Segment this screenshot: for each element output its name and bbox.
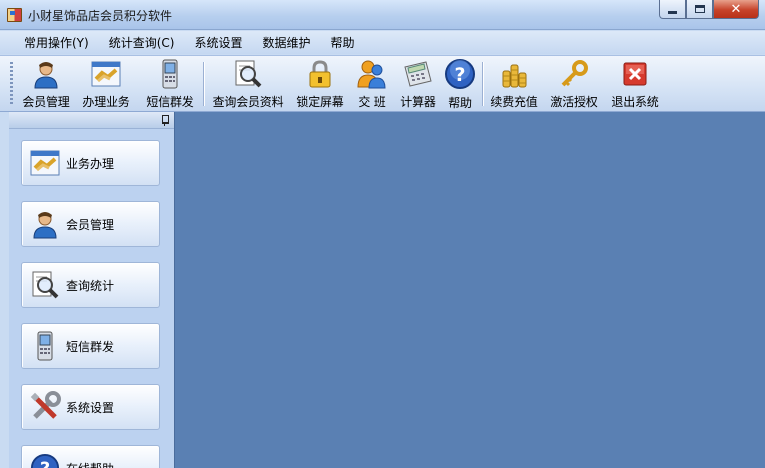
navigation-panel: 业务办理 会员管理 查询统计 短信群发 系统设置 bbox=[9, 112, 174, 468]
toolbar-activate-license-button[interactable]: 激活授权 bbox=[546, 58, 602, 110]
app-window: 小财星饰品店会员积分软件 ✕ 常用操作(Y) 统计查询(C) 系统设置 数据维护… bbox=[0, 0, 765, 468]
main-workspace[interactable] bbox=[174, 112, 765, 468]
toolbar-handle-business-button[interactable]: 办理业务 bbox=[78, 58, 134, 110]
handshake-icon bbox=[90, 58, 122, 89]
menu-statistics-query[interactable]: 统计查询(C) bbox=[99, 32, 185, 54]
sidebar-item-sms-broadcast[interactable]: 短信群发 bbox=[21, 323, 160, 369]
maximize-button[interactable] bbox=[686, 0, 713, 19]
toolbar-label: 退出系统 bbox=[611, 95, 659, 109]
sidebar-item-label: 会员管理 bbox=[66, 217, 115, 232]
sidebar-item-query-statistics[interactable]: 查询统计 bbox=[21, 262, 160, 308]
mobile-phone-icon bbox=[154, 58, 186, 89]
toolbar-separator bbox=[482, 62, 483, 106]
sidebar-item-system-settings[interactable]: 系统设置 bbox=[21, 384, 160, 430]
toolbar-label: 锁定屏幕 bbox=[296, 95, 344, 109]
tools-icon bbox=[28, 390, 62, 424]
toolbar-exit-system-button[interactable]: 退出系统 bbox=[607, 58, 663, 110]
padlock-icon bbox=[304, 58, 336, 89]
key-icon bbox=[558, 58, 590, 89]
toolbar-help-button[interactable]: ? 帮助 bbox=[443, 58, 477, 110]
person-icon bbox=[28, 207, 62, 241]
toolbar-label: 查询会员资料 bbox=[212, 95, 284, 109]
sidebar-item-label: 查询统计 bbox=[66, 278, 115, 293]
toolbar-shift-handover-button[interactable]: 交 班 bbox=[352, 58, 392, 110]
handshake-icon bbox=[28, 146, 62, 180]
toolbar-label: 续费充值 bbox=[490, 95, 538, 109]
person-icon bbox=[30, 58, 62, 89]
menu-bar: 常用操作(Y) 统计查询(C) 系统设置 数据维护 帮助 bbox=[0, 31, 765, 54]
maximize-icon bbox=[694, 5, 705, 13]
toolbar: 会员管理 办理业务 短信群发 查询会员资料 锁定屏幕 交 班 计算器 ? 帮助 … bbox=[0, 55, 765, 112]
menu-help[interactable]: 帮助 bbox=[320, 32, 364, 54]
sidebar-item-member-management[interactable]: 会员管理 bbox=[21, 201, 160, 247]
calculator-icon bbox=[402, 58, 434, 89]
sidebar-item-business-handling[interactable]: 业务办理 bbox=[21, 140, 160, 186]
menu-common-operations[interactable]: 常用操作(Y) bbox=[14, 32, 99, 54]
toolbar-renew-recharge-button[interactable]: 续费充值 bbox=[487, 58, 541, 110]
toolbar-query-member-info-button[interactable]: 查询会员资料 bbox=[209, 58, 287, 110]
toolbar-label: 短信群发 bbox=[146, 95, 194, 109]
coins-icon bbox=[498, 58, 530, 89]
toolbar-sms-broadcast-button[interactable]: 短信群发 bbox=[142, 58, 198, 110]
toolbar-label: 会员管理 bbox=[22, 95, 70, 109]
svg-text:?: ? bbox=[454, 64, 465, 86]
menu-data-maintenance[interactable]: 数据维护 bbox=[252, 32, 320, 54]
help-icon: ? bbox=[28, 451, 62, 468]
sidebar-item-online-help[interactable]: ? 在线帮助 bbox=[21, 445, 160, 468]
app-icon[interactable] bbox=[7, 8, 22, 22]
toolbar-calculator-button[interactable]: 计算器 bbox=[397, 58, 439, 110]
panel-header bbox=[9, 112, 174, 129]
close-button[interactable]: ✕ bbox=[713, 0, 759, 19]
sidebar-item-label: 短信群发 bbox=[66, 339, 115, 354]
pin-icon[interactable] bbox=[160, 115, 169, 126]
help-icon: ? bbox=[444, 58, 476, 90]
close-icon: ✕ bbox=[730, 1, 742, 17]
menu-system-settings[interactable]: 系统设置 bbox=[184, 32, 252, 54]
toolbar-label: 交 班 bbox=[358, 95, 386, 109]
minimize-button[interactable] bbox=[659, 0, 686, 19]
toolbar-label: 激活授权 bbox=[550, 95, 598, 109]
users-icon bbox=[356, 58, 388, 89]
magnifier-icon bbox=[232, 58, 264, 89]
svg-text:?: ? bbox=[40, 459, 50, 468]
magnifier-icon bbox=[28, 268, 62, 302]
mobile-phone-icon bbox=[28, 329, 62, 363]
toolbar-label: 帮助 bbox=[448, 96, 472, 110]
exit-icon bbox=[619, 58, 651, 89]
toolbar-separator bbox=[203, 62, 204, 106]
minimize-icon bbox=[668, 10, 677, 14]
toolbar-member-management-button[interactable]: 会员管理 bbox=[19, 58, 73, 110]
toolbar-grip[interactable] bbox=[10, 62, 13, 106]
title-bar[interactable]: 小财星饰品店会员积分软件 ✕ bbox=[0, 0, 765, 30]
sidebar-item-label: 系统设置 bbox=[66, 400, 115, 415]
window-controls: ✕ bbox=[659, 0, 759, 20]
sidebar-item-label: 业务办理 bbox=[66, 156, 115, 171]
toolbar-label: 办理业务 bbox=[82, 95, 130, 109]
toolbar-lock-screen-button[interactable]: 锁定屏幕 bbox=[293, 58, 347, 110]
window-title: 小财星饰品店会员积分软件 bbox=[28, 9, 173, 23]
toolbar-label: 计算器 bbox=[400, 95, 436, 109]
sidebar-item-label: 在线帮助 bbox=[66, 460, 114, 468]
